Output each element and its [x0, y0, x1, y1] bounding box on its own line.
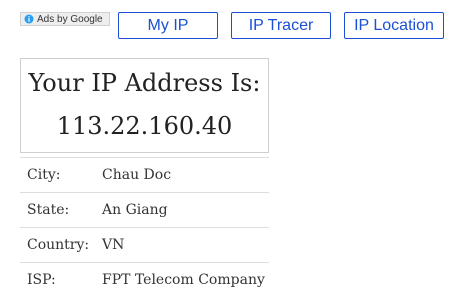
table-row: Country: VN [20, 227, 269, 262]
country-label: Country: [27, 237, 90, 253]
ip-details-table: City: Chau Doc State: An Giang Country: … [20, 157, 269, 297]
state-label: State: [27, 202, 70, 218]
table-row: State: An Giang [20, 192, 269, 227]
city-value: Chau Doc [102, 167, 172, 183]
country-value: VN [102, 237, 125, 253]
city-label: City: [27, 167, 61, 183]
ads-by-google-badge[interactable]: Ads by Google [20, 12, 110, 26]
ip-address-box: Your IP Address Is: 113.22.160.40 [20, 58, 269, 153]
ip-location-button[interactable]: IP Location [344, 12, 444, 39]
info-icon [24, 14, 34, 24]
ip-tracer-button[interactable]: IP Tracer [231, 12, 331, 39]
ads-label: Ads by Google [37, 13, 103, 25]
ip-address-title: Your IP Address Is: [28, 69, 261, 97]
table-row: ISP: FPT Telecom Company [20, 262, 269, 297]
isp-value: FPT Telecom Company [102, 272, 265, 288]
table-row: City: Chau Doc [20, 157, 269, 192]
my-ip-button[interactable]: My IP [118, 12, 218, 39]
isp-label: ISP: [27, 272, 56, 288]
state-value: An Giang [102, 202, 168, 218]
ip-address-value: 113.22.160.40 [56, 112, 233, 140]
